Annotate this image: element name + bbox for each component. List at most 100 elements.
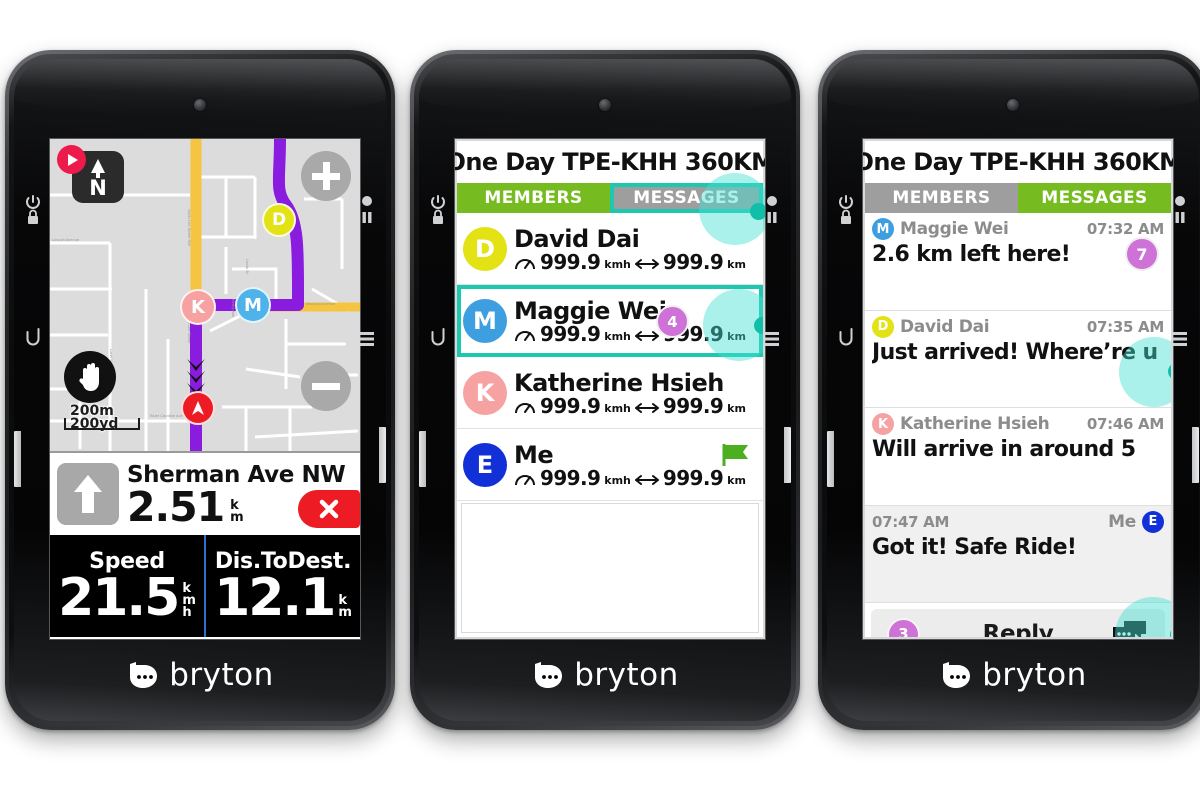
device-screen[interactable]: Lincoln Avenue North Lee Street NW North…	[50, 139, 360, 639]
zoom-in-button[interactable]	[301, 151, 351, 201]
power-lock-button[interactable]	[829, 194, 863, 228]
map-pin-letter: M	[244, 294, 262, 316]
device-members: One Day TPE-KHH 360KM MEMBERS MESSAGES D…	[410, 50, 800, 730]
member-info: David Dai 999.9 kmh 999.9 km	[514, 226, 757, 272]
map-view[interactable]: Lincoln Avenue North Lee Street NW North…	[50, 139, 360, 451]
device-screen[interactable]: One Day TPE-KHH 360KM MEMBERS MESSAGES	[455, 139, 765, 639]
message-text: Got it! Safe Ride!	[872, 534, 1077, 560]
member-speed-unit: kmh	[604, 257, 631, 271]
right-side-button-bump[interactable]	[379, 427, 386, 483]
light-sensor	[1007, 99, 1019, 111]
record-pause-button[interactable]	[755, 195, 789, 227]
screenshot-stage: Lincoln Avenue North Lee Street NW North…	[0, 0, 1200, 800]
member-distance: 999.9	[662, 249, 724, 274]
tab-label: MESSAGES	[633, 188, 740, 208]
left-side-button-bump[interactable]	[14, 431, 21, 487]
menu-button[interactable]	[1163, 331, 1197, 347]
tab-messages[interactable]: MESSAGES	[610, 183, 763, 213]
left-right-arrow-icon	[634, 331, 659, 341]
record-pause-button[interactable]	[1163, 195, 1197, 227]
scale-line	[64, 418, 140, 430]
field-unit: k m h	[182, 581, 196, 620]
right-side-button-bump[interactable]	[1192, 427, 1199, 483]
page-title: One Day TPE-KHH 360KM	[455, 141, 765, 183]
map-pin-maggie[interactable]: M	[235, 287, 271, 323]
avatar: K	[463, 370, 507, 415]
lap-reset-icon	[839, 328, 853, 346]
lap-reset-button[interactable]	[16, 327, 50, 347]
power-lock-button[interactable]	[421, 194, 455, 228]
reply-bar: 3 Reply	[865, 597, 1171, 637]
record-pause-button[interactable]	[350, 195, 384, 227]
brand-name: bryton	[982, 657, 1087, 693]
map-pin-david[interactable]: D	[262, 203, 296, 237]
member-row-maggie[interactable]: M Maggie Wei 999.9 kmh 999.9 km 4	[457, 285, 763, 361]
play-triangle	[68, 153, 78, 166]
avatar: D	[872, 315, 894, 338]
distance-unit: k m	[230, 497, 244, 525]
navigation-info: Sherman Ave NW 2.51 k m	[119, 462, 360, 528]
member-list[interactable]: D David Dai 999.9 kmh 999.9 km M Maggie …	[457, 213, 763, 637]
tab-messages[interactable]: MESSAGES	[1018, 183, 1171, 213]
message-item-katherine[interactable]: K Katherine Hsieh 07:46 AM Will arrive i…	[865, 408, 1171, 506]
member-stats: 999.9 kmh 999.9 km	[514, 396, 757, 416]
lap-reset-button[interactable]	[421, 327, 455, 347]
data-field-distance-to-destination: Dis.ToDest. 12.1 k m	[204, 535, 360, 637]
member-row-me[interactable]: E Me 999.9 kmh 999.9 km	[457, 429, 763, 501]
avatar: K	[872, 413, 894, 436]
member-stats: 999.9 kmh 999.9 km	[514, 252, 757, 272]
tab-members[interactable]: MEMBERS	[865, 183, 1018, 213]
current-position-arrow-icon	[181, 391, 215, 425]
map-pin-katherine[interactable]: K	[180, 289, 216, 325]
avatar: M	[463, 299, 507, 343]
plus-icon-vertical	[322, 162, 330, 190]
avatar-initial: K	[475, 378, 495, 407]
lap-reset-button[interactable]	[829, 327, 863, 347]
tab-bar: MEMBERS MESSAGES	[457, 173, 765, 245]
position-arrow-glyph	[192, 401, 204, 415]
light-sensor	[599, 99, 611, 111]
svg-text:Lincoln Avenue: Lincoln Avenue	[52, 237, 80, 242]
left-right-arrow-icon	[634, 402, 659, 413]
bryton-speech-bubble-logo	[943, 662, 971, 688]
tab-members[interactable]: MEMBERS	[457, 183, 610, 213]
left-side-button-bump[interactable]	[827, 431, 834, 487]
touch-point	[1170, 626, 1171, 637]
message-item-me[interactable]: 07:47 AM Me E Got it! Safe Ride!	[865, 505, 1171, 604]
message-text: Just arrived! Where’re u	[872, 339, 1158, 365]
gauge-icon	[515, 331, 535, 342]
record-pause-icon	[362, 196, 372, 223]
left-side-button-bump[interactable]	[419, 431, 426, 487]
avatar-initial: M	[473, 307, 497, 335]
message-header: 07:47 AM Me E	[872, 509, 1164, 535]
menu-button[interactable]	[350, 331, 384, 347]
svg-text:Missouri Avenue: Missouri Avenue	[306, 301, 336, 306]
data-fields: Speed 21.5 k m h Dis.ToDest. 12.1 k m	[50, 535, 360, 637]
member-distance: 999.9	[662, 465, 724, 490]
device-messages: One Day TPE-KHH 360KM MEMBERS MESSAGES M…	[818, 50, 1200, 730]
power-lock-icon	[431, 195, 445, 224]
message-item-maggie[interactable]: M Maggie Wei 07:32 AM 2.6 km left here! …	[865, 213, 1171, 311]
menu-button[interactable]	[755, 331, 789, 347]
device-screen[interactable]: One Day TPE-KHH 360KM MEMBERS MESSAGES	[863, 139, 1173, 639]
member-speed-unit: kmh	[604, 473, 631, 487]
reply-button[interactable]: 3 Reply	[871, 597, 1171, 637]
hand-pan-icon[interactable]	[64, 351, 116, 403]
message-list[interactable]: M Maggie Wei 07:32 AM 2.6 km left here! …	[865, 213, 1171, 637]
empty-list-area	[461, 503, 759, 633]
power-lock-button[interactable]	[16, 194, 50, 228]
member-row-david[interactable]: D David Dai 999.9 kmh 999.9 km	[457, 213, 763, 285]
cancel-navigation-button[interactable]	[298, 489, 360, 528]
right-side-button-bump[interactable]	[784, 427, 791, 483]
straight-arrow-icon	[57, 463, 119, 525]
zoom-out-button[interactable]	[301, 361, 351, 411]
member-stats: 999.9 kmh 999.9 km	[514, 324, 757, 344]
field-value-row: 21.5 k m h	[58, 572, 196, 624]
straight-arrow-glyph	[74, 475, 102, 513]
unread-badge: 7	[1125, 237, 1159, 271]
menu-icon	[765, 332, 779, 346]
message-item-david[interactable]: D David Dai 07:35 AM Just arrived! Where…	[865, 311, 1171, 409]
gauge-icon	[515, 474, 535, 485]
play-icon[interactable]	[57, 145, 86, 174]
member-row-katherine[interactable]: K Katherine Hsieh 999.9 kmh 999.9 km	[457, 357, 763, 429]
